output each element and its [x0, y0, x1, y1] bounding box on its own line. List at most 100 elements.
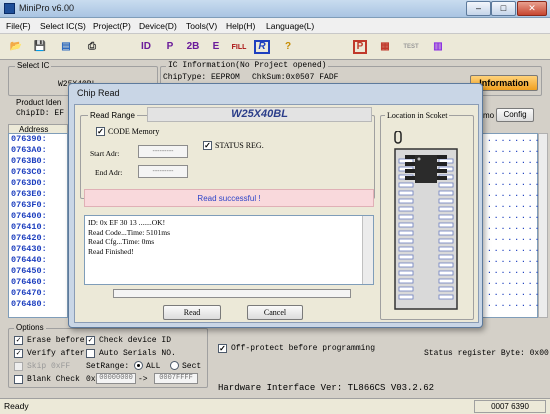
auto-serials-checkbox[interactable] — [86, 349, 95, 358]
options-label: Options — [14, 323, 46, 332]
ascii-column: ................................ .......… — [482, 133, 539, 318]
code-memory-label: CODE Memory — [108, 127, 160, 136]
address-row: 076480: — [11, 299, 47, 309]
print-icon[interactable]: ⎙ — [82, 37, 102, 57]
status-reg-checkbox[interactable]: ✓ — [203, 141, 212, 150]
range-sect-label: Sect — [182, 362, 202, 371]
toolbar: 📂 💾 ▤ ⎙ ID P 2B E FILL R ? P ▦ TEST ▥ — [0, 34, 550, 60]
test-icon[interactable]: TEST — [400, 37, 422, 57]
menu-select-ic[interactable]: Select IC(S) — [40, 21, 86, 31]
address-row: 0763B0: — [11, 156, 47, 166]
menu-tools[interactable]: Tools(V) — [186, 21, 217, 31]
start-adr-label: Start Adr: — [90, 149, 120, 158]
menu-language[interactable]: Language(L) — [266, 21, 314, 31]
address-row: 076460: — [11, 277, 47, 287]
menu-file[interactable]: File(F) — [6, 21, 31, 31]
read-progress-bar — [113, 289, 351, 298]
range-start-input[interactable]: 00000000 — [96, 373, 136, 384]
menu-bar: File(F) Select IC(S) Project(P) Device(D… — [0, 18, 550, 34]
read-button[interactable]: Read — [163, 305, 221, 320]
read-range-label: Read Range — [88, 111, 137, 120]
address-row: 076450: — [11, 266, 47, 276]
maximize-button[interactable]: □ — [491, 1, 516, 16]
title-bar: MiniPro v6.00 – □ ✕ — [0, 0, 550, 18]
select-ic-label: Select IC — [15, 61, 52, 70]
minimize-button[interactable]: – — [466, 1, 491, 16]
end-adr-input[interactable]: --------- — [138, 165, 188, 178]
range-all-label: ALL — [146, 362, 161, 371]
menu-project[interactable]: Project(P) — [93, 21, 131, 31]
log-line: Read Finished! — [88, 246, 134, 256]
log-scrollbar[interactable] — [362, 216, 373, 284]
address-row: 0763C0: — [11, 167, 47, 177]
product-ident-label: Product Iden — [16, 98, 62, 107]
address-list[interactable]: 076390: 0763A0: 0763B0: 0763C0: 0763D0: … — [8, 133, 68, 318]
blank-check-icon[interactable]: 2B — [183, 37, 203, 57]
end-adr-label: End Adr: — [95, 168, 123, 177]
save-icon[interactable]: 💾 — [30, 37, 50, 57]
chip-icon[interactable]: ▥ — [428, 37, 448, 57]
program-icon[interactable]: P — [160, 37, 180, 57]
fill-icon[interactable]: FILL — [228, 37, 250, 57]
status-ready: Ready — [4, 401, 29, 411]
help-icon[interactable]: ? — [278, 37, 298, 57]
cancel-button[interactable]: Cancel — [247, 305, 303, 320]
range-all-radio[interactable] — [134, 361, 143, 370]
blank-check-checkbox[interactable] — [14, 375, 23, 384]
erase-icon[interactable]: E — [206, 37, 226, 57]
auto-serials-label: Auto Serials NO. — [99, 349, 176, 358]
set-range-label: SetRange: — [86, 362, 130, 371]
status-reg-label: STATUS REG. — [215, 141, 264, 150]
code-memory-checkbox[interactable]: ✓ — [96, 127, 105, 136]
address-row: 0763F0: — [11, 200, 47, 210]
options-panel: ✓ Erase before ✓ Check device ID ✓ Verif… — [14, 335, 204, 385]
config-button[interactable]: Config — [496, 108, 534, 122]
start-adr-input[interactable]: --------- — [138, 145, 188, 158]
dialog-title: Chip Read — [77, 88, 120, 98]
check-device-id-label: Check device ID — [99, 336, 172, 345]
dialog-body: Read Range W25X40BL ✓ CODE Memory ✓ STAT… — [74, 104, 479, 323]
address-row: 076440: — [11, 255, 47, 265]
verify-after-checkbox[interactable]: ✓ — [14, 349, 23, 358]
address-row: 0763A0: — [11, 145, 47, 155]
ic-info-label: IC Information(No Project opened) — [166, 61, 329, 70]
id-icon[interactable]: ID — [136, 37, 156, 57]
socket-diagram — [393, 130, 459, 313]
vertical-scrollbar[interactable] — [538, 133, 548, 318]
dialog-chip-name: W25X40BL — [147, 107, 372, 122]
device-info-icon[interactable]: ▤ — [56, 37, 76, 57]
skip-0xff-checkbox[interactable] — [14, 362, 23, 371]
checksum: ChkSum:0x0507 FADF — [252, 73, 339, 82]
read-icon[interactable]: R — [252, 37, 272, 57]
blank-check-label: Blank Check — [27, 375, 80, 384]
close-button[interactable]: ✕ — [517, 1, 547, 16]
off-protect-checkbox[interactable]: ✓ — [218, 344, 227, 353]
status-bar: Ready 0007 6390 — [0, 398, 550, 414]
log-line: Read Cfg...Time: 0ms — [88, 237, 155, 246]
range-prefix: 0x — [86, 375, 96, 384]
menu-help[interactable]: Help(H) — [226, 21, 255, 31]
address-row: 076400: — [11, 211, 47, 221]
protect-icon[interactable]: P — [350, 37, 370, 57]
open-icon[interactable]: 📂 — [6, 37, 26, 57]
check-device-id-checkbox[interactable]: ✓ — [86, 336, 95, 345]
status-address: 0007 6390 — [474, 400, 546, 413]
chip-type: ChipType: EEPROM — [163, 73, 240, 82]
window-title: MiniPro v6.00 — [19, 3, 75, 13]
erase-before-checkbox[interactable]: ✓ — [14, 336, 23, 345]
location-label: Location in Scoket — [385, 111, 450, 120]
range-sect-radio[interactable] — [170, 361, 179, 370]
range-end-input[interactable]: 0007FFFF — [154, 373, 198, 384]
address-row: 076420: — [11, 233, 47, 243]
log-line: ID: 0x EF 30 13 .......OK! — [88, 218, 166, 227]
config-icon[interactable]: ▦ — [375, 37, 395, 57]
menu-device[interactable]: Device(D) — [139, 21, 177, 31]
erase-before-label: Erase before — [27, 336, 85, 345]
status-register: Status register Byte: 0x00 — [424, 349, 549, 358]
verify-after-label: Verify after — [27, 349, 85, 358]
address-row: 076410: — [11, 222, 47, 232]
app-icon — [4, 3, 15, 14]
address-row: 076430: — [11, 244, 47, 254]
hardware-interface: Hardware Interface Ver: TL866CS V03.2.62 — [218, 383, 435, 393]
demo-label: mo — [483, 111, 495, 120]
